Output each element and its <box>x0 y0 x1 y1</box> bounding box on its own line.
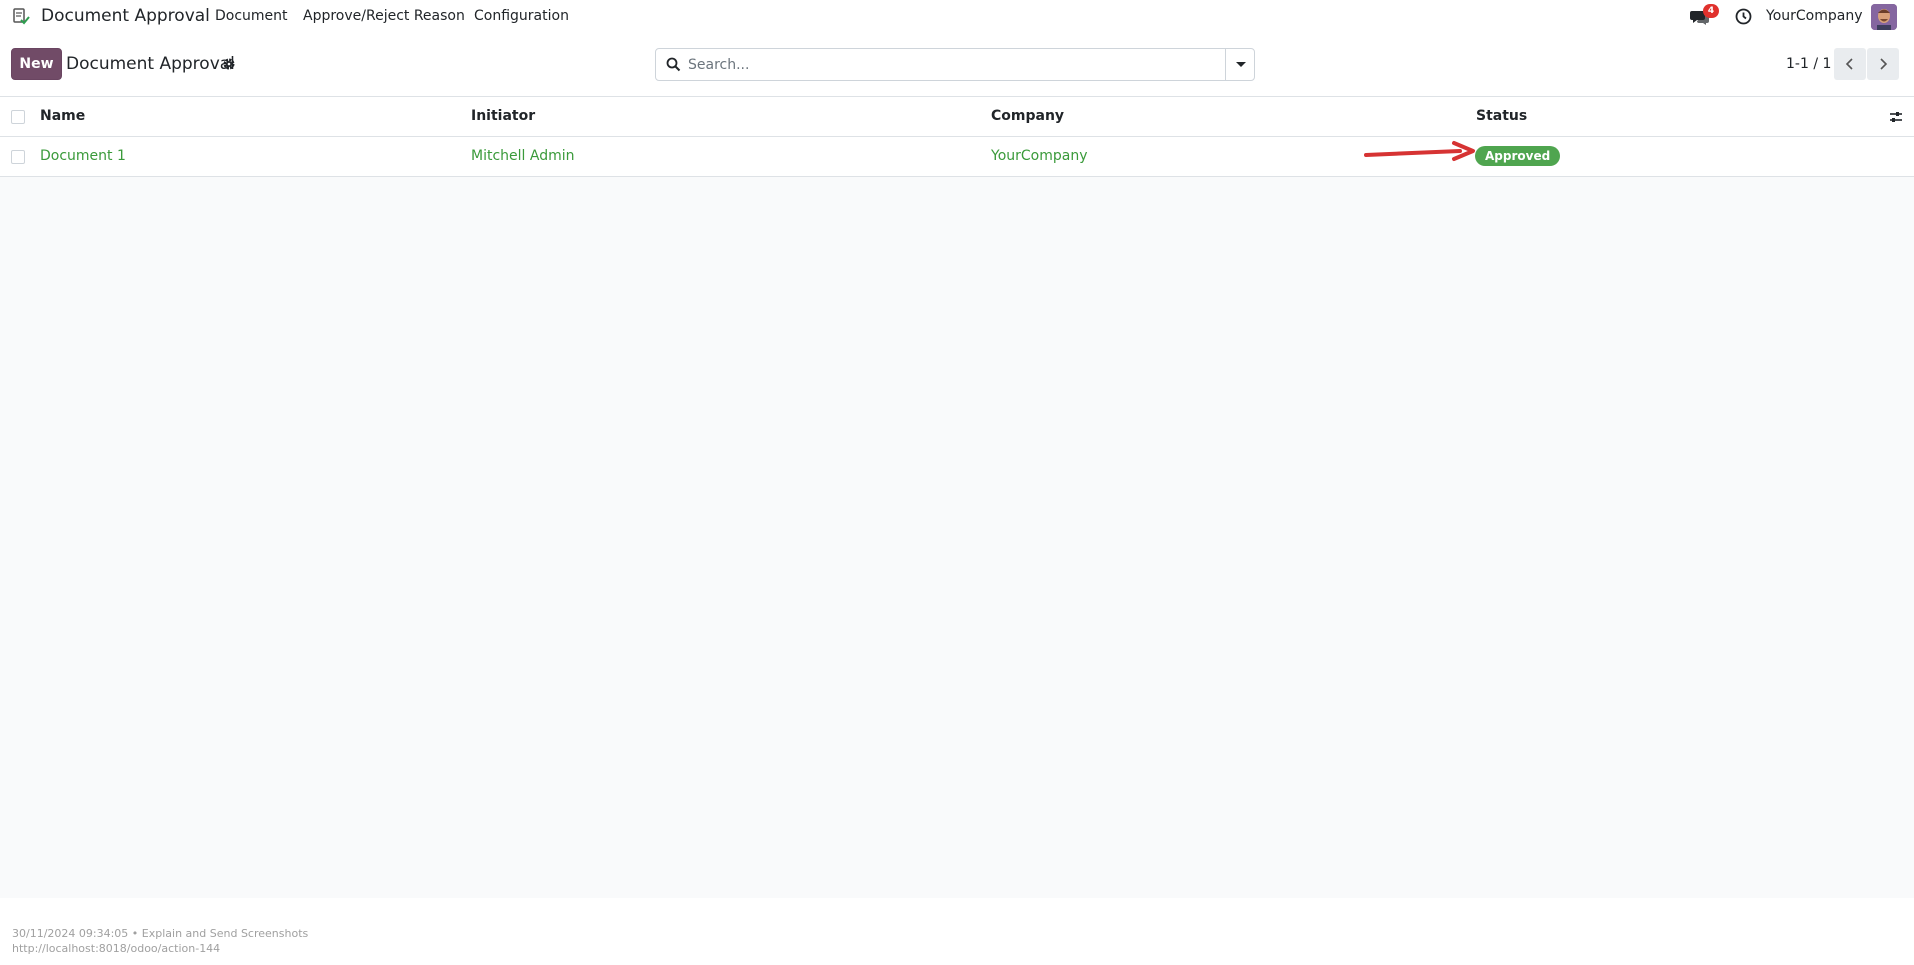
activity-clock-icon[interactable] <box>1735 8 1752 25</box>
app-name[interactable]: Document Approval <box>41 6 210 26</box>
row-company[interactable]: YourCompany <box>991 148 1088 164</box>
row-initiator[interactable]: Mitchell Admin <box>471 148 575 164</box>
user-avatar[interactable] <box>1871 4 1897 30</box>
row-checkbox[interactable] <box>11 150 25 164</box>
company-switcher[interactable]: YourCompany <box>1766 8 1863 24</box>
list-view: Name Initiator Company Status Document 1… <box>0 97 1914 898</box>
new-button[interactable]: New <box>11 48 62 80</box>
gear-icon[interactable] <box>222 57 236 71</box>
menu-document[interactable]: Document <box>215 8 288 24</box>
table-row[interactable]: Document 1 Mitchell Admin YourCompany Ap… <box>0 137 1914 177</box>
select-all-checkbox[interactable] <box>11 110 25 124</box>
screenshot-footer-note: 30/11/2024 09:34:05 • Explain and Send S… <box>12 926 308 956</box>
optional-columns-icon[interactable] <box>1888 109 1904 125</box>
document-approval-app-icon[interactable] <box>12 7 30 25</box>
pager-previous-button[interactable] <box>1834 48 1866 80</box>
column-header-initiator[interactable]: Initiator <box>471 108 535 124</box>
screenshot-timestamp: 30/11/2024 09:34:05 • Explain and Send S… <box>12 927 309 940</box>
chevron-left-icon <box>1845 58 1853 70</box>
chevron-right-icon <box>1880 58 1888 70</box>
column-header-company[interactable]: Company <box>991 108 1064 124</box>
user-avatar-icon <box>1871 4 1897 30</box>
pager-value[interactable]: 1-1 / 1 <box>1786 56 1831 72</box>
menu-configuration[interactable]: Configuration <box>474 8 569 24</box>
search-input[interactable] <box>688 52 1248 77</box>
screenshot-url: http://localhost:8018/odoo/action-144 <box>12 942 221 955</box>
pager-next-button[interactable] <box>1867 48 1899 80</box>
caret-down-icon <box>1235 62 1246 67</box>
control-panel: New Document Approval 1-1 / 1 <box>0 33 1914 97</box>
breadcrumb-title: Document Approval <box>66 54 235 74</box>
top-navbar: Document Approval Document Approve/Rejec… <box>0 0 1914 33</box>
search-bar <box>655 48 1255 81</box>
status-badge: Approved <box>1475 146 1561 166</box>
column-header-status[interactable]: Status <box>1476 108 1527 124</box>
column-header-name[interactable]: Name <box>40 108 85 124</box>
list-header: Name Initiator Company Status <box>0 97 1914 137</box>
search-options-toggle[interactable] <box>1225 48 1255 81</box>
row-name[interactable]: Document 1 <box>40 148 126 164</box>
annotation-arrow-icon <box>1364 141 1475 161</box>
chat-count-badge: 4 <box>1703 4 1719 18</box>
menu-approve-reject-reason[interactable]: Approve/Reject Reason <box>303 8 465 24</box>
search-icon <box>666 57 681 72</box>
